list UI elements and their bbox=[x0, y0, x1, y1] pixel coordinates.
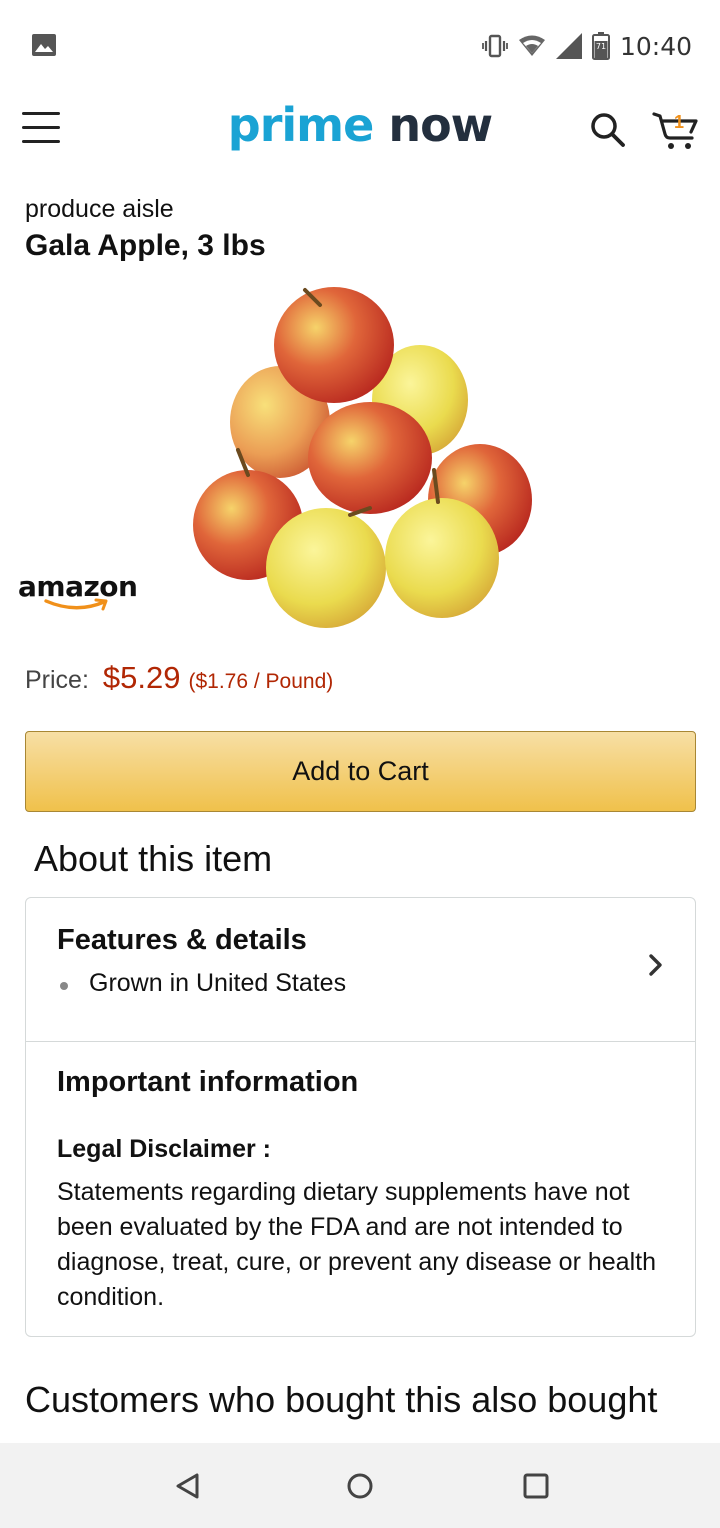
product-image[interactable] bbox=[180, 280, 540, 640]
features-title: Features & details bbox=[57, 924, 307, 956]
legal-disclaimer-text: Statements regarding dietary supplements… bbox=[57, 1178, 656, 1311]
unit-price: ($1.76 / Pound) bbox=[188, 670, 334, 693]
also-bought-heading: Customers who bought this also bought bbox=[25, 1379, 658, 1420]
apple bbox=[385, 498, 499, 618]
search-button[interactable] bbox=[588, 110, 628, 150]
android-nav-bar bbox=[0, 1443, 720, 1528]
amazon-smile-icon bbox=[44, 598, 108, 611]
image-icon bbox=[32, 34, 56, 56]
features-details-row[interactable]: Features & details Grown in United State… bbox=[26, 898, 695, 1042]
apple bbox=[274, 287, 394, 403]
battery-icon: 71 bbox=[591, 32, 610, 60]
battery-level: 71 bbox=[595, 42, 607, 51]
add-to-cart-button[interactable]: Add to Cart bbox=[25, 731, 696, 812]
home-icon[interactable] bbox=[345, 1471, 375, 1501]
breadcrumb-aisle[interactable]: produce aisle bbox=[25, 195, 174, 224]
logo-prime-text: prime bbox=[227, 98, 375, 152]
amazon-brand-logo: amazon bbox=[18, 570, 138, 614]
cart-count-badge: 1 bbox=[674, 112, 685, 132]
about-heading: About this item bbox=[34, 838, 273, 879]
product-title: Gala Apple, 3 lbs bbox=[25, 229, 266, 262]
chevron-right-icon bbox=[649, 954, 662, 976]
cell-signal-icon bbox=[555, 33, 582, 59]
legal-disclaimer-label: Legal Disclaimer : bbox=[57, 1135, 271, 1163]
important-info-title: Important information bbox=[57, 1066, 359, 1098]
price-row: Price: $5.29 ($1.76 / Pound) bbox=[25, 660, 333, 696]
info-card: Features & details Grown in United State… bbox=[25, 897, 696, 1337]
status-bar: 71 10:40 bbox=[0, 0, 720, 92]
status-icons: 71 10:40 bbox=[482, 30, 692, 62]
bullet-dot bbox=[60, 982, 68, 990]
search-icon bbox=[591, 113, 625, 147]
apple bbox=[308, 402, 432, 514]
cart-button[interactable]: 1 bbox=[652, 108, 700, 152]
apple bbox=[266, 508, 386, 628]
wifi-icon bbox=[518, 35, 545, 56]
features-bullet: Grown in United States bbox=[89, 969, 347, 997]
price-value: $5.29 bbox=[102, 660, 181, 695]
back-icon[interactable] bbox=[173, 1471, 203, 1501]
vibrate-icon bbox=[482, 34, 508, 58]
app-bar: prime now 1 bbox=[0, 92, 720, 178]
recent-apps-icon[interactable] bbox=[521, 1471, 551, 1501]
logo-now-text: now bbox=[388, 98, 493, 152]
status-time: 10:40 bbox=[619, 31, 692, 61]
price-label: Price: bbox=[25, 666, 89, 694]
